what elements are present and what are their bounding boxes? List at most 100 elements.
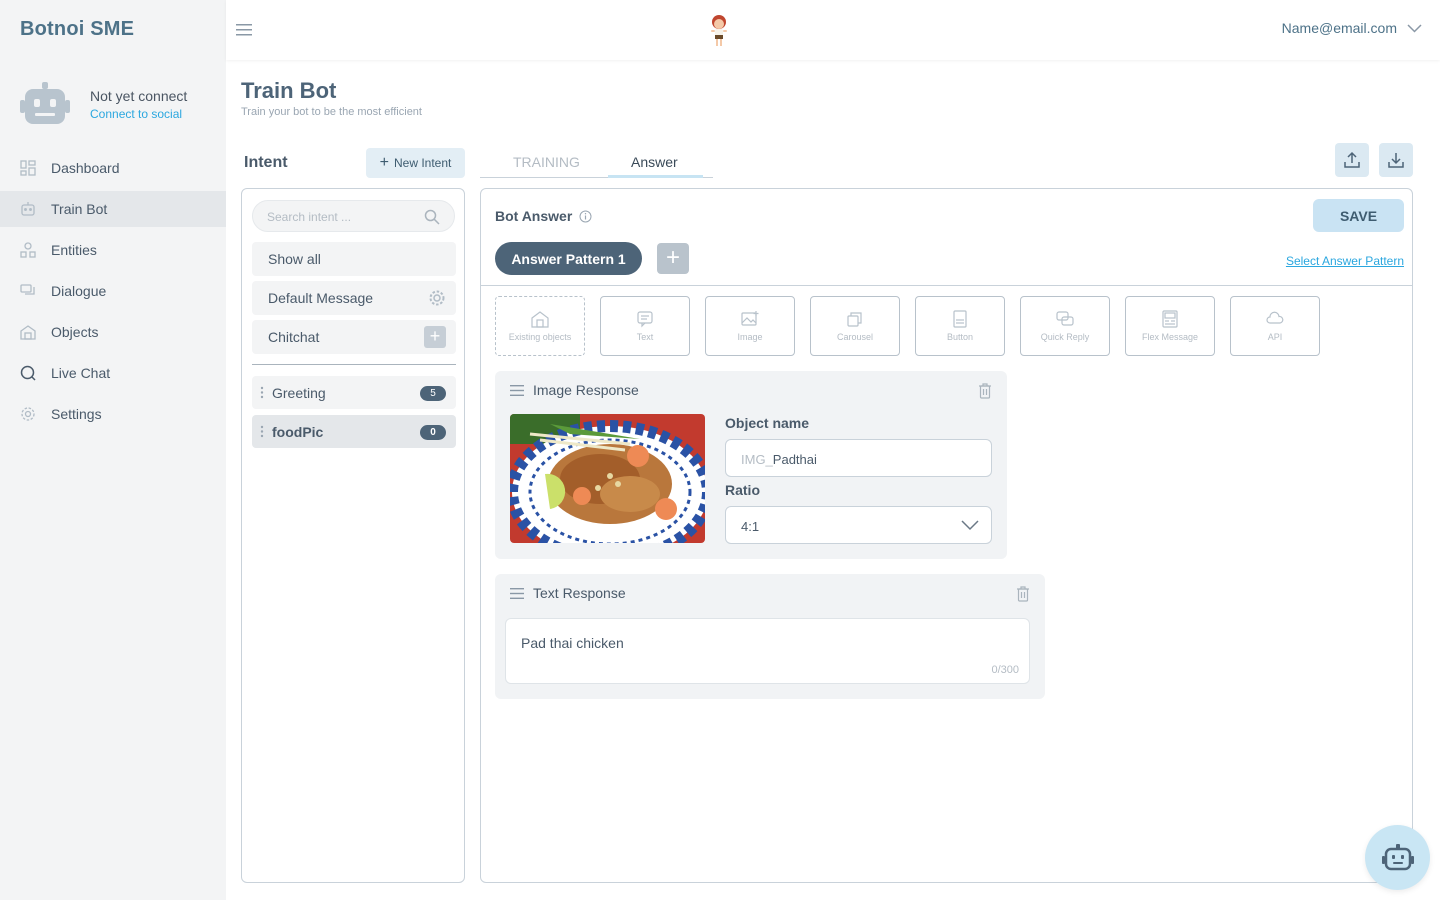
- sidebar-item-label: Entities: [51, 242, 97, 258]
- tool-text[interactable]: Text: [600, 296, 690, 356]
- card-title: Image Response: [533, 382, 639, 398]
- active-tab-indicator: [608, 175, 703, 178]
- chatbot-fab-button[interactable]: [1365, 825, 1430, 890]
- info-icon[interactable]: [579, 210, 592, 223]
- gear-icon[interactable]: [428, 289, 446, 307]
- entities-icon: [20, 242, 36, 258]
- connection-status-text: Not yet connect: [90, 87, 188, 104]
- tool-quick-reply[interactable]: Quick Reply: [1020, 296, 1110, 356]
- plus-icon: +: [379, 154, 389, 171]
- text-response-input[interactable]: Pad thai chicken 0/300: [505, 618, 1030, 684]
- sidebar-item-train-bot[interactable]: Train Bot: [0, 191, 226, 227]
- training-tabs: TRAINING Answer: [480, 148, 713, 178]
- text-response-card: Text Response Pad thai chicken 0/300: [495, 574, 1045, 699]
- intent-item-foodpic[interactable]: foodPic 0: [252, 415, 456, 448]
- user-menu[interactable]: Name@email.com: [1282, 20, 1422, 36]
- ratio-select[interactable]: 4:1: [725, 506, 992, 544]
- intent-panel: Search intent ... Show all Default Messa…: [241, 188, 465, 883]
- object-name-input[interactable]: IMG_Padthai: [725, 439, 992, 477]
- ratio-value: 4:1: [741, 519, 760, 534]
- drag-handle-icon[interactable]: [260, 386, 264, 399]
- hamburger-menu-icon[interactable]: [236, 23, 252, 37]
- sidebar-item-live-chat[interactable]: Live Chat: [0, 355, 226, 391]
- search-placeholder: Search intent ...: [267, 210, 352, 224]
- object-name-prefix: IMG_: [741, 452, 773, 467]
- tool-label: Text: [636, 332, 654, 342]
- pad-thai-food-image: [510, 414, 705, 543]
- connect-social-link[interactable]: Connect to social: [90, 107, 187, 121]
- sidebar-item-objects[interactable]: Objects: [0, 314, 226, 350]
- chitchat-item[interactable]: Chitchat +: [252, 320, 456, 354]
- sidebar-item-entities[interactable]: Entities: [0, 232, 226, 268]
- intent-item-greeting[interactable]: Greeting 5: [252, 376, 456, 409]
- card-title: Text Response: [533, 585, 626, 601]
- sidebar-item-dialogue[interactable]: Dialogue: [0, 273, 226, 309]
- new-intent-button[interactable]: + New Intent: [366, 148, 465, 178]
- ratio-label: Ratio: [725, 482, 760, 498]
- trash-icon[interactable]: [1016, 586, 1030, 602]
- tool-image[interactable]: Image: [705, 296, 795, 356]
- image-response-card: Image Response Object name IMG_Padthai R…: [495, 371, 1007, 559]
- text-message-icon: [637, 311, 653, 328]
- tool-label: Flex Message: [1141, 332, 1199, 342]
- tool-existing-objects[interactable]: Existing objects: [495, 296, 585, 356]
- sidebar-item-label: Objects: [51, 324, 99, 340]
- show-all-label: Show all: [268, 251, 321, 267]
- add-chitchat-button[interactable]: +: [424, 326, 446, 348]
- button-icon: [953, 310, 967, 328]
- tool-label: Existing objects: [508, 332, 572, 342]
- intent-heading: Intent: [244, 154, 288, 171]
- tool-carousel[interactable]: Carousel: [810, 296, 900, 356]
- robot-icon: [20, 201, 36, 217]
- chevron-down-icon: [961, 520, 979, 531]
- user-email: Name@email.com: [1281, 20, 1397, 36]
- page-subtitle: Train your bot to be the most efficient: [241, 106, 422, 118]
- default-message-item[interactable]: Default Message: [252, 281, 456, 315]
- tab-answer[interactable]: Answer: [631, 154, 678, 170]
- download-button[interactable]: [1379, 143, 1413, 177]
- carousel-icon: [847, 312, 862, 327]
- upload-button[interactable]: [1335, 143, 1369, 177]
- search-icon[interactable]: [424, 209, 440, 225]
- tool-label: Quick Reply: [1040, 332, 1090, 342]
- tool-label: Image: [737, 332, 763, 342]
- tool-flex-message[interactable]: Flex Message: [1125, 296, 1215, 356]
- tool-button[interactable]: Button: [915, 296, 1005, 356]
- drag-handle-icon[interactable]: [510, 385, 524, 396]
- gear-icon: [20, 406, 36, 422]
- save-button[interactable]: SAVE: [1313, 199, 1404, 232]
- new-intent-label: New Intent: [393, 156, 452, 170]
- sidebar-item-label: Train Bot: [51, 201, 108, 217]
- sidebar-item-dashboard[interactable]: Dashboard: [0, 150, 226, 186]
- live-chat-icon: [20, 365, 36, 381]
- drag-handle-icon[interactable]: [260, 425, 264, 438]
- tool-label: Button: [946, 332, 974, 342]
- intent-name: foodPic: [272, 423, 324, 440]
- object-name-label: Object name: [725, 415, 810, 431]
- select-answer-pattern-link[interactable]: Select Answer Pattern: [1286, 254, 1404, 268]
- robot-icon: [1381, 843, 1414, 870]
- top-header: Name@email.com: [226, 0, 1440, 60]
- brand-logo[interactable]: Botnoi SME: [20, 18, 134, 41]
- image-add-icon: [741, 311, 759, 326]
- intent-name: Greeting: [272, 384, 326, 401]
- intent-count-badge: 0: [420, 425, 446, 440]
- bot-answer-label: Bot Answer: [495, 208, 573, 224]
- drag-handle-icon[interactable]: [510, 588, 524, 599]
- dashboard-icon: [20, 160, 36, 176]
- answer-pattern-tab[interactable]: Answer Pattern 1: [495, 242, 642, 275]
- download-icon: [1388, 153, 1404, 168]
- search-input[interactable]: Search intent ...: [252, 200, 455, 232]
- page-title: Train Bot: [241, 78, 337, 103]
- add-pattern-button[interactable]: +: [657, 243, 689, 274]
- sidebar-item-label: Live Chat: [51, 365, 111, 381]
- answer-panel: Bot Answer SAVE Answer Pattern 1 + Selec…: [480, 188, 1413, 883]
- objects-icon: [20, 324, 36, 340]
- tab-training[interactable]: TRAINING: [513, 154, 580, 170]
- tool-api[interactable]: API: [1230, 296, 1320, 356]
- show-all-item[interactable]: Show all: [252, 242, 456, 276]
- sidebar-item-settings[interactable]: Settings: [0, 396, 226, 432]
- trash-icon[interactable]: [978, 383, 992, 399]
- quick-reply-icon: [1056, 311, 1074, 326]
- robot-icon: [20, 82, 70, 124]
